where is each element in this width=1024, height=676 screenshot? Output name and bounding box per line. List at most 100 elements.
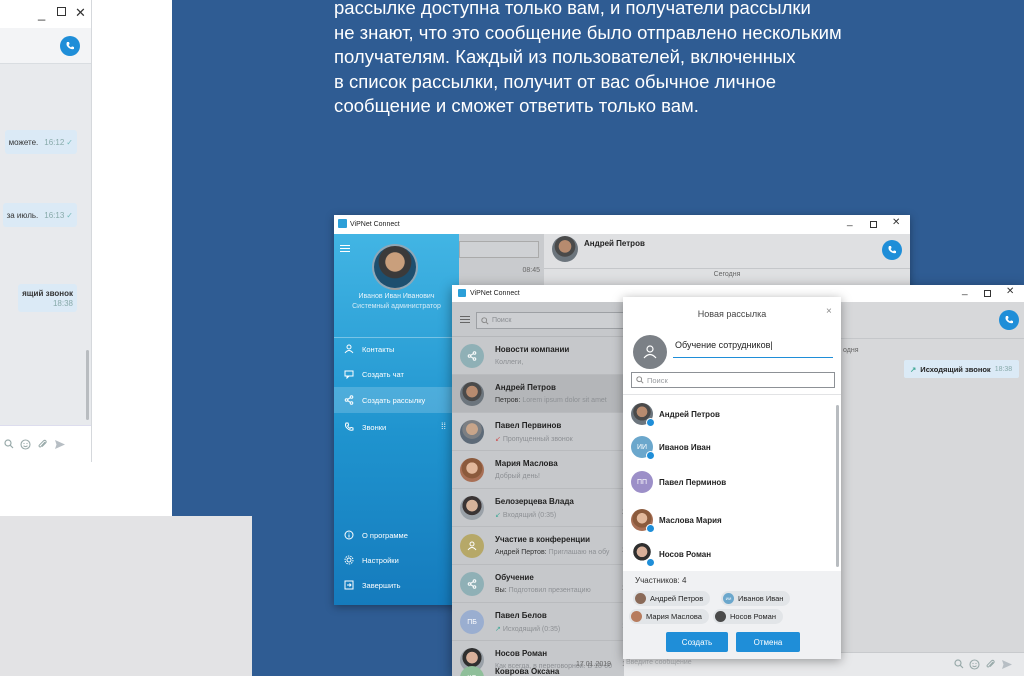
contact-option[interactable]: Маслова Мария xyxy=(631,505,722,535)
window-title: ViPNet Connect xyxy=(350,221,400,228)
hamburger-icon[interactable] xyxy=(340,245,350,252)
dialog-title: Новая рассылка xyxy=(697,309,767,319)
chat-list-item[interactable]: ПБ Павел Белов ↗ Исходящий (0:35) 1 xyxy=(452,603,624,641)
hamburger-icon[interactable] xyxy=(460,316,470,323)
call-message-bubble[interactable]: ↗ Исходящий звонок 18:38 xyxy=(904,360,1019,378)
minimize-icon[interactable]: _ xyxy=(38,6,45,21)
chat-preview: ↙ Пропущенный звонок xyxy=(495,436,573,443)
call-button[interactable] xyxy=(999,310,1019,330)
contact-option[interactable]: Носов Роман xyxy=(631,539,711,569)
phone-icon xyxy=(1005,316,1013,324)
minimize-icon[interactable]: _ xyxy=(962,285,968,296)
chat-list-item[interactable]: Мария Маслова Добрый день! xyxy=(452,451,624,489)
chat-list-item[interactable]: Обучение Вы: Подготовил презентацию 2 xyxy=(452,565,624,603)
attach-icon[interactable] xyxy=(37,439,48,450)
participant-chip[interactable]: Носов Роман xyxy=(713,609,783,624)
info-icon xyxy=(344,530,354,540)
chip-label: Андрей Петров xyxy=(650,594,704,603)
message-bubble[interactable]: можете. 16:12 ✓ xyxy=(4,130,77,154)
create-button[interactable]: Создать xyxy=(666,632,728,652)
menu-label: Завершить xyxy=(362,580,401,590)
close-icon[interactable]: × xyxy=(826,306,832,317)
menu-label: О программе xyxy=(362,530,408,540)
search-input[interactable] xyxy=(459,241,539,258)
menu-item-create-chat[interactable]: Создать чат xyxy=(344,369,404,379)
close-icon[interactable]: ✕ xyxy=(892,217,900,228)
menu-item-calls[interactable]: Звонки xyxy=(344,422,386,432)
menu-item-create-broadcast[interactable]: Создать рассылку xyxy=(344,395,425,405)
chat-list-item[interactable]: Павел Первинов ↙ Пропущенный звонок xyxy=(452,413,624,451)
contact-avatar xyxy=(631,509,655,533)
bubble-time: 16:12 xyxy=(44,137,65,147)
send-icon[interactable] xyxy=(54,439,66,450)
call-button[interactable] xyxy=(60,36,80,56)
contact-name: Павел Перминов xyxy=(659,477,727,487)
message-bubble[interactable]: ящий звонок 18:38 xyxy=(18,284,77,312)
scrollbar[interactable] xyxy=(86,350,89,420)
minimize-icon[interactable]: _ xyxy=(847,216,853,227)
phone-icon xyxy=(66,42,74,50)
search-icon[interactable] xyxy=(954,659,964,669)
group-avatar xyxy=(460,572,484,596)
emoji-icon[interactable] xyxy=(20,438,31,450)
message-input[interactable]: Введите сообщение xyxy=(626,659,692,666)
send-icon[interactable] xyxy=(1001,659,1013,670)
share-icon xyxy=(344,395,354,405)
scrollbar[interactable] xyxy=(836,405,839,567)
chat-name: Мария Маслова xyxy=(495,459,558,468)
close-icon[interactable]: ✕ xyxy=(75,5,86,21)
group-icon xyxy=(467,541,477,551)
cancel-button[interactable]: Отмена xyxy=(736,632,800,652)
promo-line: не знают, что это сообщение было отправл… xyxy=(334,21,842,43)
maximize-icon[interactable] xyxy=(57,7,66,16)
menu-item-settings[interactable]: Настройки xyxy=(344,555,399,565)
share-icon xyxy=(467,579,477,589)
call-button[interactable] xyxy=(882,240,902,260)
chat-list-item[interactable]: Участие в конференции Андрей Пертов: При… xyxy=(452,527,624,565)
user-avatar[interactable] xyxy=(372,244,418,290)
dialpad-icon[interactable]: ⁞⁞ xyxy=(441,421,446,431)
bubble-time: 16:13 xyxy=(44,210,65,220)
menu-label: Создать рассылку xyxy=(362,395,426,405)
participant-chip[interactable]: Андрей Петров xyxy=(633,591,711,606)
contact-avatar: ПП xyxy=(631,471,653,493)
contact-avatar: КО xyxy=(460,666,484,676)
contact-option[interactable]: Андрей Петров xyxy=(631,399,720,429)
date-separator: одня xyxy=(843,347,859,354)
participant-chip[interactable]: Мария Маслова xyxy=(629,609,709,624)
emoji-icon[interactable] xyxy=(969,659,980,670)
exit-icon xyxy=(344,580,354,590)
menu-item-about[interactable]: О программе xyxy=(344,530,408,540)
contact-option[interactable]: ИИ Иванов Иван xyxy=(631,432,711,462)
chat-list-item-selected[interactable]: Андрей Петров Петров: Lorem ipsum dolor … xyxy=(452,375,624,413)
chat-name: Участие в конференции xyxy=(495,535,591,544)
broadcast-avatar[interactable] xyxy=(633,335,667,369)
contact-avatar[interactable] xyxy=(552,236,578,262)
left-app-window: _ ✕ можете. 16:12 ✓ за июль. 16:13 ✓ ящий зв… xyxy=(0,0,92,462)
participant-chip[interactable]: ИИ Иванов Иван xyxy=(721,591,791,606)
conference-avatar xyxy=(460,534,484,558)
contact-avatar xyxy=(460,458,484,482)
contact-option[interactable]: ПП Павел Перминов xyxy=(631,467,726,497)
divider xyxy=(544,268,910,269)
attach-icon[interactable] xyxy=(985,659,996,670)
page: { "promo_lines": [ "рассылке доступна то… xyxy=(0,0,1024,676)
maximize-icon[interactable] xyxy=(984,290,991,297)
message-bubble[interactable]: за июль. 16:13 ✓ xyxy=(2,203,77,227)
promo-line: в список рассылки, получит от вас обычно… xyxy=(334,70,777,92)
menu-item-exit[interactable]: Завершить xyxy=(344,580,401,590)
close-icon[interactable]: ✕ xyxy=(1006,286,1014,297)
search-icon[interactable] xyxy=(4,439,14,449)
search-input[interactable]: Поиск xyxy=(476,312,624,329)
chat-list-item[interactable]: Новости компании Коллеги, xyxy=(452,337,624,375)
chat-time: 08:45 xyxy=(522,267,540,274)
broadcast-name-input[interactable]: Обучение сотрудников| xyxy=(673,340,833,358)
bubble-text: можете. xyxy=(8,137,39,147)
maximize-icon[interactable] xyxy=(870,221,877,228)
chat-list-item[interactable]: Белозерцева Влада ↙ Входящий (0:35) 2 xyxy=(452,489,624,527)
contact-search-input[interactable]: Поиск xyxy=(631,372,835,388)
menu-item-contacts[interactable]: Контакты xyxy=(344,344,394,354)
new-broadcast-dialog: Новая рассылка × Обучение сотрудников| П… xyxy=(623,297,841,659)
contact-avatar xyxy=(460,382,484,406)
contact-avatar xyxy=(460,420,484,444)
